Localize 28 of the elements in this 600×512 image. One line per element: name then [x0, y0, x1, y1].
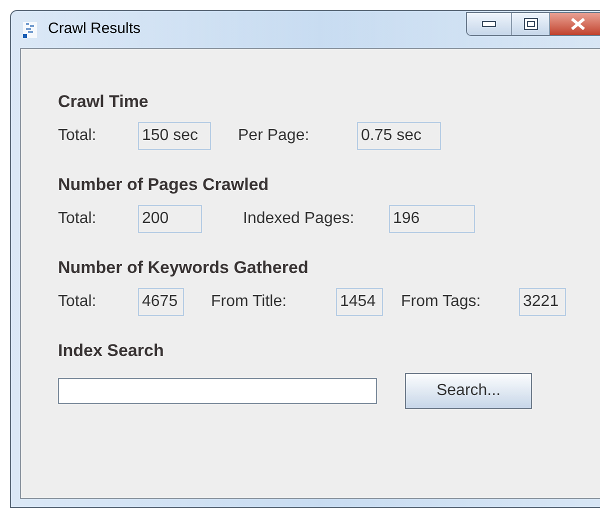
minimize-button[interactable]: [467, 13, 512, 35]
close-button[interactable]: [550, 13, 600, 35]
value-field: 4675: [138, 288, 184, 316]
maximize-button[interactable]: [512, 13, 550, 35]
value-field: 3221: [519, 288, 566, 316]
value-field: 196: [389, 205, 475, 233]
field-label: Total:: [58, 126, 98, 146]
value-field: 200: [138, 205, 202, 233]
search-field[interactable]: [58, 378, 377, 404]
value-field: 0.75 sec: [357, 122, 441, 150]
minimize-icon: [482, 21, 496, 27]
section-heading: Number of Pages Crawled: [58, 174, 270, 194]
section-heading: Index Search: [58, 340, 165, 360]
window-title: Crawl Results: [48, 19, 141, 40]
field-label: Total:: [58, 209, 98, 229]
section-heading: Crawl Time: [58, 91, 150, 111]
value-field: 150 sec: [138, 122, 211, 150]
search-button[interactable]: Search...: [405, 373, 532, 409]
app-icon: [22, 20, 38, 38]
value-field: 1454: [336, 288, 383, 316]
close-icon: [570, 18, 586, 30]
field-label: Total:: [58, 292, 98, 312]
maximize-icon: [524, 18, 538, 30]
field-label: Per Page:: [238, 126, 310, 146]
field-label: From Title:: [211, 292, 288, 312]
field-label: From Tags:: [401, 292, 482, 312]
field-label: Indexed Pages:: [243, 209, 356, 229]
section-heading: Number of Keywords Gathered: [58, 257, 310, 277]
